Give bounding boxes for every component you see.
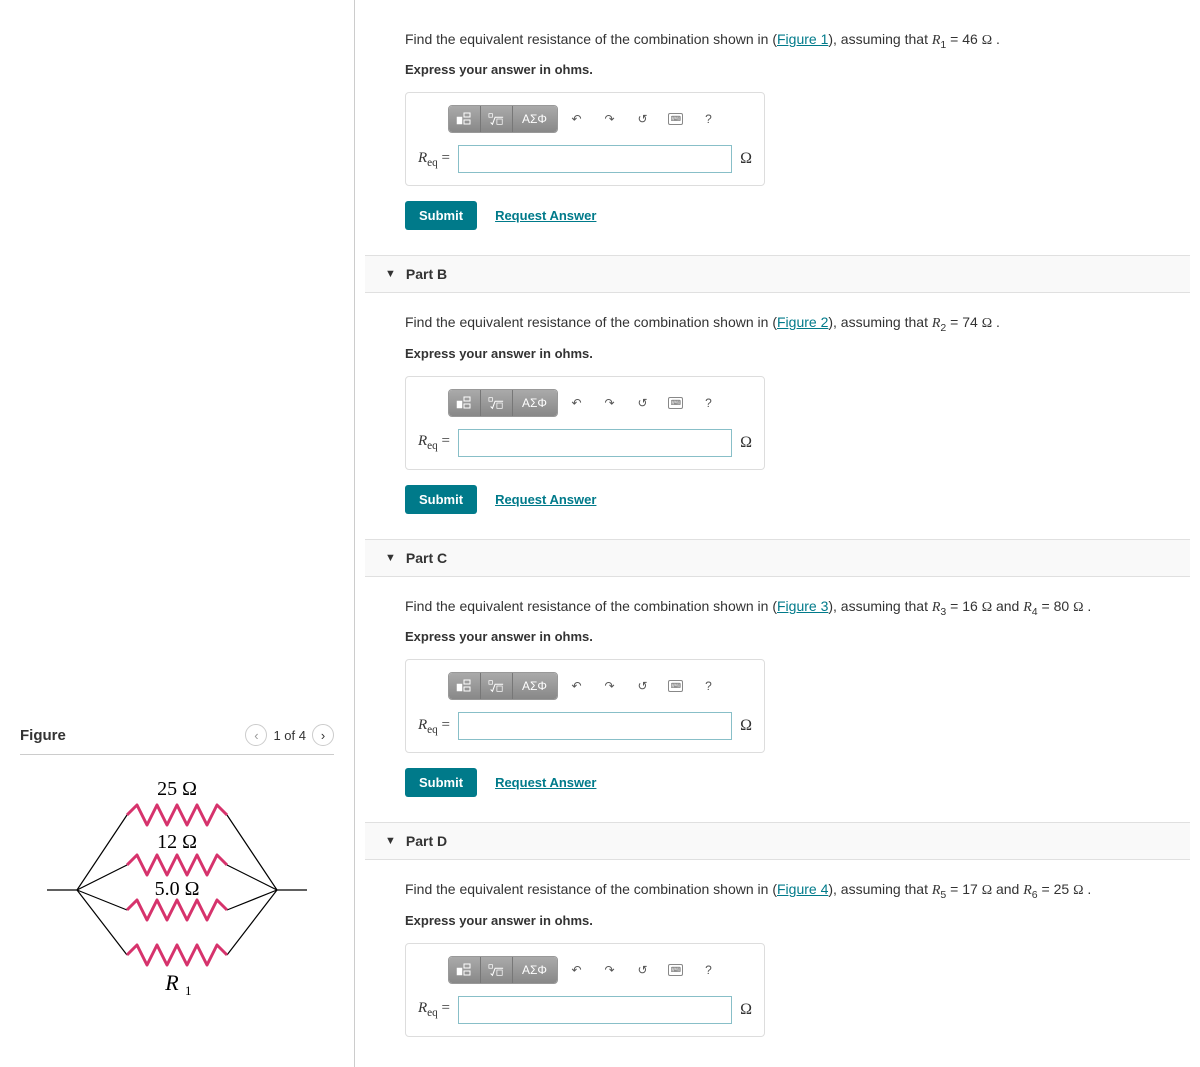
req-label: Req = (418, 150, 450, 169)
part-a-answer-box: ΑΣΦ ↶ ↷ ↺ ⌨ ? Req = Ω (405, 92, 765, 186)
part-b-header[interactable]: ▼ Part B (365, 255, 1190, 293)
part-a-toolbar: ΑΣΦ ↶ ↷ ↺ ⌨ ? (418, 105, 752, 133)
part-a-request-answer-link[interactable]: Request Answer (495, 208, 596, 223)
part-c: ▼ Part C Find the equivalent resistance … (365, 539, 1190, 807)
unit-label: Ω (740, 150, 752, 168)
template-button[interactable] (449, 390, 481, 416)
part-d-header[interactable]: ▼ Part D (365, 822, 1190, 860)
undo-button[interactable]: ↶ (563, 106, 591, 132)
req-label: Req = (418, 717, 450, 736)
redo-button[interactable]: ↷ (596, 673, 624, 699)
template-button[interactable] (449, 673, 481, 699)
help-button[interactable]: ? (695, 390, 723, 416)
req-label: Req = (418, 1000, 450, 1019)
part-b: ▼ Part B Find the equivalent resistance … (365, 255, 1190, 523)
resistor-label-r1-sub: 1 (185, 983, 192, 998)
figure-pager: ‹ 1 of 4 › (245, 724, 334, 746)
radical-button[interactable] (481, 106, 513, 132)
greek-button[interactable]: ΑΣΦ (513, 390, 557, 416)
part-a-prompt: Find the equivalent resistance of the co… (405, 30, 1160, 52)
part-d-express: Express your answer in ohms. (405, 913, 1150, 928)
part-b-title: Part B (406, 266, 447, 282)
keyboard-button[interactable]: ⌨ (662, 673, 690, 699)
radical-button[interactable] (481, 390, 513, 416)
part-b-prompt: Find the equivalent resistance of the co… (405, 313, 1150, 335)
part-c-title: Part C (406, 550, 447, 566)
part-d-prompt: Find the equivalent resistance of the co… (405, 880, 1150, 902)
redo-button[interactable]: ↷ (596, 957, 624, 983)
resistor-label-12: 12 Ω (157, 831, 197, 853)
part-d-answer-input[interactable] (458, 996, 732, 1024)
reset-button[interactable]: ↺ (629, 673, 657, 699)
resistor-label-5: 5.0 Ω (155, 878, 200, 900)
radical-button[interactable] (481, 957, 513, 983)
part-a-answer-input[interactable] (458, 145, 732, 173)
greek-button[interactable]: ΑΣΦ (513, 957, 557, 983)
keyboard-button[interactable]: ⌨ (662, 390, 690, 416)
part-b-answer-input[interactable] (458, 429, 732, 457)
reset-button[interactable]: ↺ (629, 957, 657, 983)
help-button[interactable]: ? (695, 673, 723, 699)
figure-page-indicator: 1 of 4 (273, 728, 306, 743)
part-b-request-answer-link[interactable]: Request Answer (495, 492, 596, 507)
greek-button[interactable]: ΑΣΦ (513, 673, 557, 699)
part-c-prompt: Find the equivalent resistance of the co… (405, 597, 1150, 619)
undo-button[interactable]: ↶ (563, 673, 591, 699)
resistor-label-r1: R (164, 970, 179, 995)
help-button[interactable]: ? (695, 957, 723, 983)
figure-1-link[interactable]: Figure 1 (777, 31, 828, 47)
template-button[interactable] (449, 106, 481, 132)
redo-button[interactable]: ↷ (596, 106, 624, 132)
redo-button[interactable]: ↷ (596, 390, 624, 416)
part-d: ▼ Part D Find the equivalent resistance … (365, 822, 1190, 1046)
figure-2-link[interactable]: Figure 2 (777, 314, 828, 330)
caret-down-icon: ▼ (385, 268, 396, 280)
undo-button[interactable]: ↶ (563, 390, 591, 416)
part-a-submit-button[interactable]: Submit (405, 201, 477, 230)
part-b-express: Express your answer in ohms. (405, 346, 1150, 361)
question-panel: Find the equivalent resistance of the co… (355, 0, 1200, 1067)
radical-button[interactable] (481, 673, 513, 699)
part-c-answer-box: ΑΣΦ ↶ ↷ ↺ ⌨ ? Req = Ω (405, 659, 765, 753)
circuit-figure: 25 Ω 12 Ω 5.0 Ω R 1 (20, 775, 334, 1008)
caret-down-icon: ▼ (385, 552, 396, 564)
figure-prev-button[interactable]: ‹ (245, 724, 267, 746)
part-a-express: Express your answer in ohms. (405, 62, 1160, 77)
part-c-header[interactable]: ▼ Part C (365, 539, 1190, 577)
figure-4-link[interactable]: Figure 4 (777, 881, 828, 897)
part-c-express: Express your answer in ohms. (405, 629, 1150, 644)
figure-panel: Figure ‹ 1 of 4 › (0, 0, 355, 1067)
part-c-answer-input[interactable] (458, 712, 732, 740)
resistor-label-25: 25 Ω (157, 778, 197, 800)
template-button[interactable] (449, 957, 481, 983)
undo-button[interactable]: ↶ (563, 957, 591, 983)
keyboard-button[interactable]: ⌨ (662, 957, 690, 983)
part-c-request-answer-link[interactable]: Request Answer (495, 775, 596, 790)
figure-next-button[interactable]: › (312, 724, 334, 746)
figure-title: Figure (20, 727, 66, 744)
part-b-answer-box: ΑΣΦ ↶ ↷ ↺ ⌨ ? Req = Ω (405, 376, 765, 470)
keyboard-button[interactable]: ⌨ (662, 106, 690, 132)
reset-button[interactable]: ↺ (629, 390, 657, 416)
reset-button[interactable]: ↺ (629, 106, 657, 132)
part-c-submit-button[interactable]: Submit (405, 768, 477, 797)
caret-down-icon: ▼ (385, 835, 396, 847)
figure-3-link[interactable]: Figure 3 (777, 598, 828, 614)
req-label: Req = (418, 433, 450, 452)
part-d-answer-box: ΑΣΦ ↶ ↷ ↺ ⌨ ? Req = Ω (405, 943, 765, 1037)
part-b-submit-button[interactable]: Submit (405, 485, 477, 514)
greek-button[interactable]: ΑΣΦ (513, 106, 557, 132)
part-d-title: Part D (406, 833, 447, 849)
help-button[interactable]: ? (695, 106, 723, 132)
part-a: Find the equivalent resistance of the co… (355, 0, 1200, 240)
